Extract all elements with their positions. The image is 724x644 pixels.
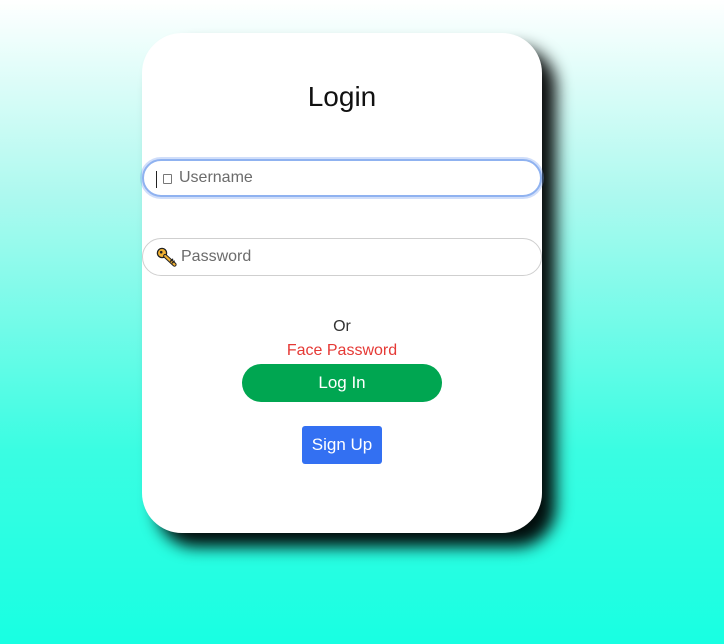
text-cursor bbox=[156, 171, 157, 188]
key-icon bbox=[156, 247, 177, 267]
password-input[interactable] bbox=[181, 248, 501, 266]
login-button[interactable]: Log In bbox=[242, 364, 442, 402]
login-card: Login Or Face Password Log In Sign Up bbox=[142, 33, 542, 533]
face-password-link[interactable]: Face Password bbox=[287, 342, 397, 359]
or-separator: Or bbox=[333, 318, 351, 335]
username-field[interactable] bbox=[142, 159, 542, 197]
face-password-container: Face Password bbox=[142, 342, 542, 360]
box-icon bbox=[163, 174, 172, 184]
password-field[interactable] bbox=[142, 238, 542, 276]
page-title: Login bbox=[307, 81, 377, 112]
username-input[interactable] bbox=[179, 169, 499, 187]
signup-button[interactable]: Sign Up bbox=[302, 426, 382, 464]
